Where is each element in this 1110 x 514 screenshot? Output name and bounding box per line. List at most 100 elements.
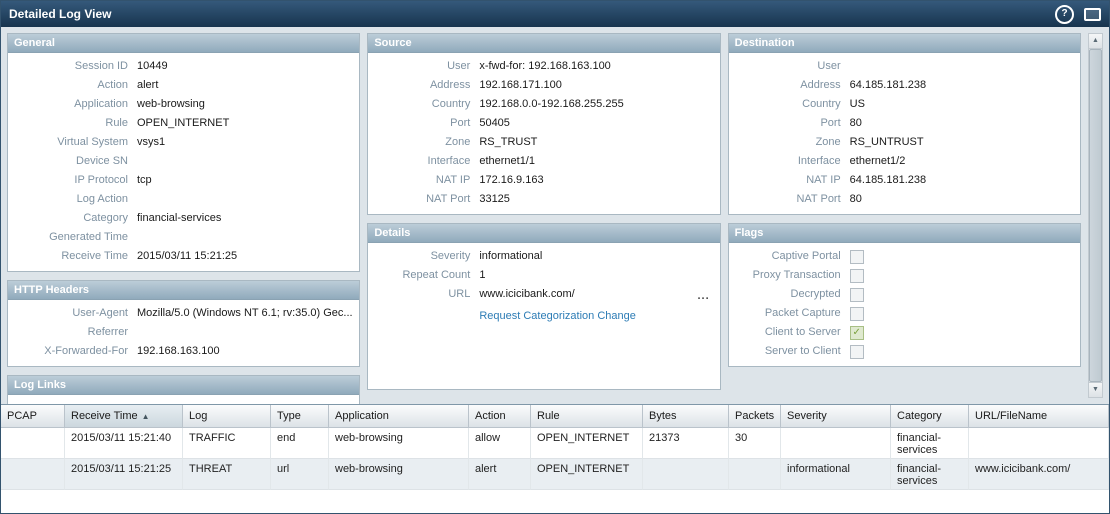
scrollbar-thumb[interactable] (1089, 49, 1102, 382)
field-value (137, 228, 355, 247)
right-column: Destination UserAddress64.185.181.238Cou… (728, 33, 1081, 398)
middle-column: Source Userx-fwd-for: 192.168.163.100Add… (367, 33, 720, 398)
source-panel: Source Userx-fwd-for: 192.168.163.100Add… (367, 33, 720, 215)
column-header-rule[interactable]: Rule (531, 405, 643, 428)
vertical-scrollbar[interactable]: ▲ ▼ (1088, 33, 1103, 398)
field-value: 1 (479, 266, 715, 285)
scroll-up-icon[interactable]: ▲ (1089, 34, 1102, 49)
request-categorization-change-link[interactable]: Request Categorization Change (479, 305, 636, 327)
field-row: Applicationweb-browsing (10, 95, 355, 114)
http-headers-panel-header: HTTP Headers (8, 281, 359, 300)
field-label: Interface (370, 152, 470, 171)
log-table-cell: OPEN_INTERNET (531, 428, 643, 459)
log-table-cell (1, 459, 65, 490)
field-value: 192.168.171.100 (479, 76, 715, 95)
field-label: Address (370, 76, 470, 95)
field-row: Virtual System vsys1 (10, 133, 355, 152)
column-header-severity[interactable]: Severity (781, 405, 891, 428)
field-value (137, 323, 355, 342)
log-table-cell: alert (469, 459, 531, 490)
source-panel-header: Source (368, 34, 719, 53)
column-header-bytes[interactable]: Bytes (643, 405, 729, 428)
field-row: Categoryfinancial-services (10, 209, 355, 228)
column-header-url-filename[interactable]: URL/FileName (969, 405, 1109, 428)
checkbox-checked-icon[interactable]: ✓ (850, 326, 864, 340)
log-table-row[interactable]: 2015/03/11 15:21:25THREATurlweb-browsing… (1, 459, 1109, 490)
field-label: Referrer (10, 323, 128, 342)
source-panel-body: Userx-fwd-for: 192.168.163.100Address 192… (368, 53, 719, 214)
field-value: Mozilla/5.0 (Windows NT 6.1; rv:35.0) Ge… (137, 304, 355, 323)
flags-panel-body: Captive PortalProxy TransactionDecrypted… (729, 243, 1080, 366)
column-header-application[interactable]: Application (329, 405, 469, 428)
destination-panel: Destination UserAddress64.185.181.238Cou… (728, 33, 1081, 215)
help-icon[interactable]: ? (1055, 5, 1074, 24)
checkbox-icon[interactable] (850, 269, 864, 283)
field-label: Severity (370, 247, 470, 266)
column-header-type[interactable]: Type (271, 405, 329, 428)
popout-icon[interactable] (1084, 8, 1101, 21)
field-value: US (850, 95, 1076, 114)
log-table-cell (643, 459, 729, 490)
scroll-down-icon[interactable]: ▼ (1089, 382, 1102, 397)
field-value: RS_UNTRUST (850, 133, 1076, 152)
flag-label: Proxy Transaction (731, 266, 841, 285)
log-table-cell: 2015/03/11 15:21:40 (65, 428, 183, 459)
field-label: Virtual System (10, 133, 128, 152)
flag-label: Packet Capture (731, 304, 841, 323)
log-table-cell: allow (469, 428, 531, 459)
field-row: Port50405 (370, 114, 715, 133)
flag-row: Decrypted (731, 285, 1076, 304)
field-value: vsys1 (137, 133, 355, 152)
field-row: Zone RS_UNTRUST (731, 133, 1076, 152)
http-headers-panel: HTTP Headers User-AgentMozilla/5.0 (Wind… (7, 280, 360, 367)
checkbox-icon[interactable] (850, 288, 864, 302)
field-value: informational (479, 247, 715, 266)
field-label: NAT IP (731, 171, 841, 190)
field-value: alert (137, 76, 355, 95)
field-row: NAT Port80 (731, 190, 1076, 209)
log-table-body: 2015/03/11 15:21:40TRAFFICendweb-browsin… (1, 428, 1109, 490)
column-header-pcap[interactable]: PCAP (1, 405, 65, 428)
field-label: Application (10, 95, 128, 114)
field-row: Userx-fwd-for: 192.168.163.100 (370, 57, 715, 76)
checkbox-icon[interactable] (850, 250, 864, 264)
field-label: NAT Port (370, 190, 470, 209)
detailed-log-view-window: Detailed Log View ? General Session ID10… (0, 0, 1110, 514)
log-table-row[interactable]: 2015/03/11 15:21:40TRAFFICendweb-browsin… (1, 428, 1109, 459)
field-row: NAT IP172.16.9.163 (370, 171, 715, 190)
field-label: Zone (731, 133, 841, 152)
column-header-packets[interactable]: Packets (729, 405, 781, 428)
field-value: 172.16.9.163 (479, 171, 715, 190)
field-value: OPEN_INTERNET (137, 114, 355, 133)
column-header-log[interactable]: Log (183, 405, 271, 428)
field-label: Zone (370, 133, 470, 152)
field-value: ethernet1/2 (850, 152, 1076, 171)
general-panel-header: General (8, 34, 359, 53)
column-header-category[interactable]: Category (891, 405, 969, 428)
column-header-receive-time[interactable]: Receive Time▲ (65, 405, 183, 428)
details-panel-header: Details (368, 224, 719, 243)
field-label: Country (370, 95, 470, 114)
field-row: URLwww.icicibank.com/ (370, 285, 715, 304)
flag-row: Captive Portal (731, 247, 1076, 266)
field-label: Port (370, 114, 470, 133)
sort-asc-icon: ▲ (142, 412, 150, 421)
field-label: IP Protocol (10, 171, 128, 190)
log-table-cell: financial-services (891, 459, 969, 490)
field-label: URL (370, 285, 470, 304)
field-row: Interfaceethernet1/1 (370, 152, 715, 171)
field-label: Session ID (10, 57, 128, 76)
flag-label: Server to Client (731, 342, 841, 361)
related-logs-table: PCAPReceive Time▲LogTypeApplicationActio… (1, 404, 1109, 513)
field-row: CountryUS (731, 95, 1076, 114)
details-panel: Details SeverityinformationalRepeat Coun… (367, 223, 720, 390)
checkbox-icon[interactable] (850, 345, 864, 359)
flag-row: Packet Capture (731, 304, 1076, 323)
column-header-action[interactable]: Action (469, 405, 531, 428)
log-table-cell (729, 459, 781, 490)
log-table-cell: 30 (729, 428, 781, 459)
field-row: Interfaceethernet1/2 (731, 152, 1076, 171)
flag-row: Server to Client (731, 342, 1076, 361)
more-options-button[interactable]: ... (697, 291, 709, 301)
checkbox-icon[interactable] (850, 307, 864, 321)
